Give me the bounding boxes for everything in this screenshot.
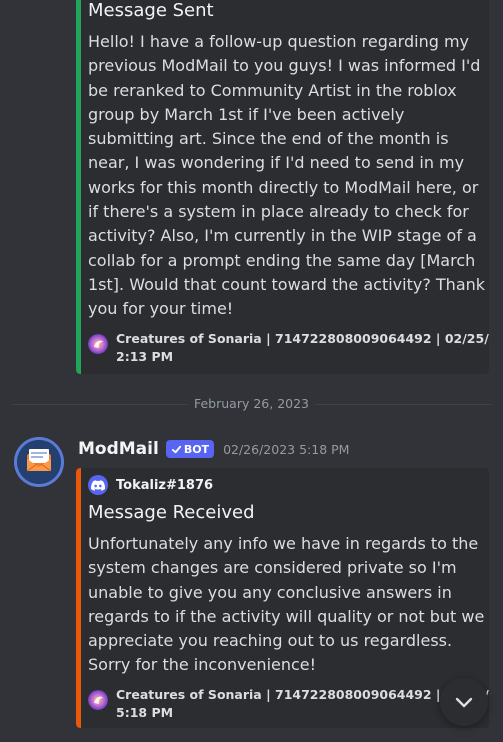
message-header: ModMail BOT 02/26/2023 5:18 PM [78,437,349,461]
footer-line: 5:18 PM [116,704,174,720]
chevron-down-icon [455,697,473,708]
description-line: collab for a prompt ending the same day … [88,250,476,270]
footer-line: Creatures of Sonaria | 71472280800906449… [116,687,489,702]
embed-description: Hello! I have a follow-up question regar… [88,30,486,322]
description-line: 1st]. Would that count toward the activi… [88,274,486,294]
date-divider: February 26, 2023 [0,396,503,411]
footer-line: 2:13 PM [116,348,174,364]
creatures-of-sonaria-server-icon [88,334,108,354]
description-line: submitting art. Since the end of the mon… [88,129,449,149]
avatar[interactable] [14,437,64,487]
description-line: be reranked to Community Artist in the r… [88,80,457,100]
description-line: Unfortunately any info we have in regard… [88,534,479,553]
embed-author: Tokaliz#1876 [88,475,213,495]
jump-to-present-button[interactable] [440,678,488,726]
message-timestamp: 02/26/2023 5:18 PM [223,441,350,457]
message-received-embed: Tokaliz#1876 Message Received Unfortunat… [76,468,489,728]
discord-logo-icon [88,475,108,495]
description-line: you for your time! [88,299,234,319]
description-line: activity? Also, I'm currently in the WIP… [88,226,477,246]
description-line: previous ModMail to you guys! I was info… [88,56,481,76]
description-line: group by March 1st if I've been actively [88,104,405,124]
username[interactable]: ModMail [78,439,159,459]
description-line: appreciate you reaching out to us regard… [88,631,453,651]
embed-author-name[interactable]: Tokaliz#1876 [116,478,213,493]
description-line: if there's a system in place already to … [88,202,469,222]
embed-footer: Creatures of Sonaria | 71472280800906449… [88,686,489,721]
footer-text: Creatures of Sonaria | 71472280800906449… [116,330,489,365]
description-line: system changes are considered private so… [88,558,457,578]
embed-footer: Creatures of Sonaria | 71472280800906449… [88,330,489,365]
description-line: unable to give you any conclusive answer… [88,582,452,602]
bot-tag-label: BOT [183,442,210,456]
embed-description: Unfortunately any info we have in regard… [88,532,485,678]
description-line: Hello! I have a follow-up question regar… [88,32,470,51]
description-line: Sorry for the inconvenience! [88,655,317,675]
checkmark-icon [171,445,181,453]
mail-envelope-icon [17,440,61,484]
description-line: regards to if the activity will quality … [88,606,485,626]
date-divider-label: February 26, 2023 [187,396,316,411]
embed-title: Message Received [88,502,255,523]
message-sent-embed: Message Sent Hello! I have a follow-up q… [76,0,489,374]
bot-tag: BOT [165,440,215,458]
embed-title: Message Sent [88,0,214,21]
footer-text: Creatures of Sonaria | 71472280800906449… [116,686,489,721]
chat-view: Message Sent Hello! I have a follow-up q… [0,0,503,742]
creatures-of-sonaria-server-icon [88,690,108,710]
description-line: near, I was wondering if I'd need to sen… [88,153,465,173]
description-line: works for this month directly to ModMail… [88,177,479,197]
footer-line: Creatures of Sonaria | 71472280800906449… [116,331,489,346]
